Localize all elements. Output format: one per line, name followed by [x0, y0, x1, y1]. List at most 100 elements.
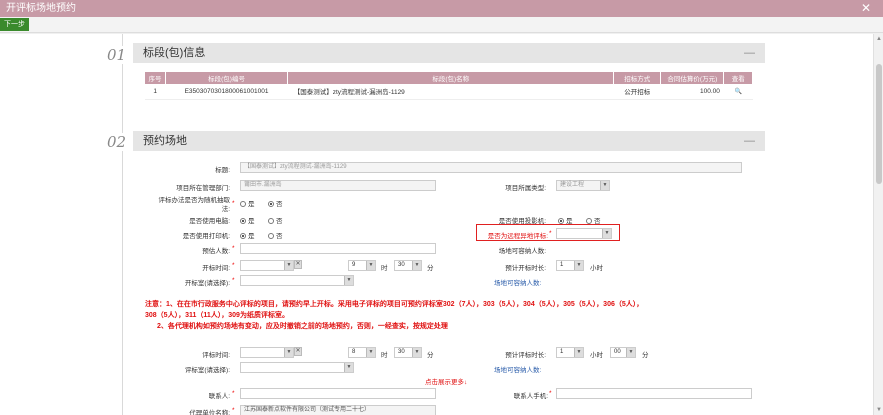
chevron-down-icon: ▼ — [344, 276, 353, 285]
chevron-down-icon: ▼ — [412, 261, 421, 270]
window-title: 开评标场地预约 — [6, 3, 76, 14]
minute-unit: 分 — [427, 352, 434, 359]
eval-room-select[interactable]: ▼ — [240, 362, 354, 373]
chevron-down-icon: ▼ — [602, 229, 611, 238]
dept-field: 莆田市.漏洲岛 — [240, 180, 436, 191]
contact-phone-input[interactable] — [556, 388, 752, 399]
collapse-icon[interactable]: — — [744, 43, 755, 63]
main-content: 01 标段(包)信息 — 序号 标段(包)编号 标段(包)名称 招标方式 合同估… — [0, 34, 883, 415]
eval-duration-label: 预计评标时长: — [505, 352, 546, 359]
section-number-2: 02 — [105, 133, 129, 151]
clear-icon[interactable]: ✕ — [294, 347, 302, 356]
required-mark: * — [232, 407, 235, 414]
remote-label: 是否为远程异地评标: — [487, 233, 548, 240]
radio-label: 是 — [248, 233, 255, 240]
computer-no-radio[interactable]: 否 — [268, 215, 283, 225]
duration-minute-unit: 分 — [642, 352, 649, 359]
col-header: 招标方式 — [613, 72, 662, 84]
expand-more-link[interactable]: 点击展示更多↓ — [425, 376, 467, 386]
printer-yes-radio[interactable]: 是 — [240, 230, 255, 240]
table-row: 1 E3503070301800061001001 【国泰测试】zty流程测试-… — [145, 84, 753, 100]
close-icon[interactable]: ✕ — [861, 0, 871, 17]
hour-value: 9 — [352, 262, 356, 268]
computer-yes-radio[interactable]: 是 — [240, 215, 255, 225]
required-mark: * — [232, 200, 235, 207]
open-time-label: 开标时间: — [202, 265, 230, 272]
random-yes-radio[interactable]: 是 — [240, 198, 255, 208]
people-input[interactable] — [240, 243, 436, 254]
random-label-line2: 法: — [221, 206, 230, 213]
radio-label: 否 — [276, 201, 283, 208]
agency-label: 代理单位名称: — [189, 410, 230, 415]
type-value: 建设工程 — [560, 182, 585, 188]
contact-label: 联系人: — [208, 393, 230, 400]
required-mark: * — [232, 390, 235, 397]
title-label: 标题: — [215, 167, 230, 174]
remote-select[interactable]: ▼ — [556, 228, 612, 239]
dept-label: 项目所在管理部门: — [176, 185, 230, 192]
eval-minute-select[interactable]: 30 ▼ — [394, 347, 422, 358]
cell-method: 公开招标 — [613, 84, 661, 100]
view-icon[interactable]: 🔍 — [723, 84, 753, 100]
eval-capacity-link: 场地可容纳人数: — [494, 367, 542, 374]
eval-duration-select[interactable]: 1 ▼ — [556, 347, 584, 358]
scroll-up-icon[interactable]: ▲ — [875, 35, 883, 43]
notice-line2: 308（5人），311（11人），309为纸质评标室。 — [145, 312, 289, 319]
chevron-down-icon: ▼ — [284, 348, 293, 357]
notice-line1: 注意：1、在在市行政服务中心评标的项目，请预约早上开标。采用电子评标的项目可预约… — [145, 301, 644, 308]
random-no-radio[interactable]: 否 — [268, 198, 283, 208]
open-duration-select[interactable]: 1 ▼ — [556, 260, 584, 271]
next-step-button[interactable]: 下一步 — [0, 18, 29, 31]
radio-icon — [268, 233, 274, 239]
minute-value: 30 — [398, 262, 405, 268]
open-duration-label: 预计开标时长: — [505, 265, 546, 272]
open-room-select[interactable]: ▼ — [240, 275, 354, 286]
bid-table: 序号 标段(包)编号 标段(包)名称 招标方式 合同估算价(万元) 查看 1 E… — [145, 72, 753, 100]
eval-room-label: 评标室(请选择): — [184, 367, 230, 374]
radio-icon — [268, 201, 274, 207]
eval-hour-select[interactable]: 8 ▼ — [348, 347, 376, 358]
chevron-down-icon: ▼ — [600, 181, 609, 190]
col-header: 合同估算价(万元) — [660, 72, 725, 84]
required-mark: * — [232, 262, 235, 269]
chevron-down-icon: ▼ — [574, 261, 583, 270]
people-label: 预估人数: — [202, 248, 230, 255]
scroll-thumb[interactable] — [876, 64, 882, 184]
section-title: 预约场地 — [143, 135, 187, 147]
radio-icon — [240, 233, 246, 239]
eval-duration-minute-select[interactable]: 00 ▼ — [610, 347, 636, 358]
section-title: 标段(包)信息 — [143, 47, 206, 59]
chevron-down-icon: ▼ — [284, 261, 293, 270]
type-label: 项目所属类型: — [505, 185, 546, 192]
chevron-down-icon: ▼ — [626, 348, 635, 357]
required-mark: * — [232, 245, 235, 252]
required-mark: * — [232, 277, 235, 284]
vertical-scrollbar[interactable]: ▲ ▼ — [873, 34, 883, 415]
minute-value: 30 — [398, 349, 405, 355]
col-header: 标段(包)编号 — [165, 72, 289, 84]
open-date-picker[interactable]: ▼ — [240, 260, 294, 271]
chevron-down-icon: ▼ — [574, 348, 583, 357]
section-header-bid-info: 标段(包)信息 — — [133, 43, 765, 63]
contact-phone-label: 联系人手机: — [513, 393, 548, 400]
cell-index: 1 — [145, 84, 166, 100]
scroll-down-icon[interactable]: ▼ — [875, 406, 883, 414]
type-select[interactable]: 建设工程 ▼ — [556, 180, 610, 191]
open-minute-select[interactable]: 30 ▼ — [394, 260, 422, 271]
collapse-icon[interactable]: — — [744, 131, 755, 151]
contact-input[interactable] — [240, 388, 436, 399]
radio-label: 否 — [276, 233, 283, 240]
printer-no-radio[interactable]: 否 — [268, 230, 283, 240]
duration-unit: 小时 — [590, 265, 603, 272]
notice-line3: 2、各代理机构如预约场地有变动，应及时撤销之前的场地预约，否则，一经查实，按规定… — [157, 323, 448, 330]
radio-icon — [268, 218, 274, 224]
capacity-label: 场地可容纳人数: — [498, 248, 546, 255]
hour-unit: 时 — [381, 265, 388, 272]
cell-name: 【国泰测试】zty流程测试-漏洲岛-1129 — [287, 84, 614, 100]
radio-icon — [240, 218, 246, 224]
duration-value: 1 — [560, 349, 564, 355]
open-hour-select[interactable]: 9 ▼ — [348, 260, 376, 271]
eval-date-picker[interactable]: ▼ — [240, 347, 294, 358]
title-field: 【国泰测试】zty流程测试-漏洲岛-1129 — [240, 162, 742, 173]
clear-icon[interactable]: ✕ — [294, 260, 302, 269]
